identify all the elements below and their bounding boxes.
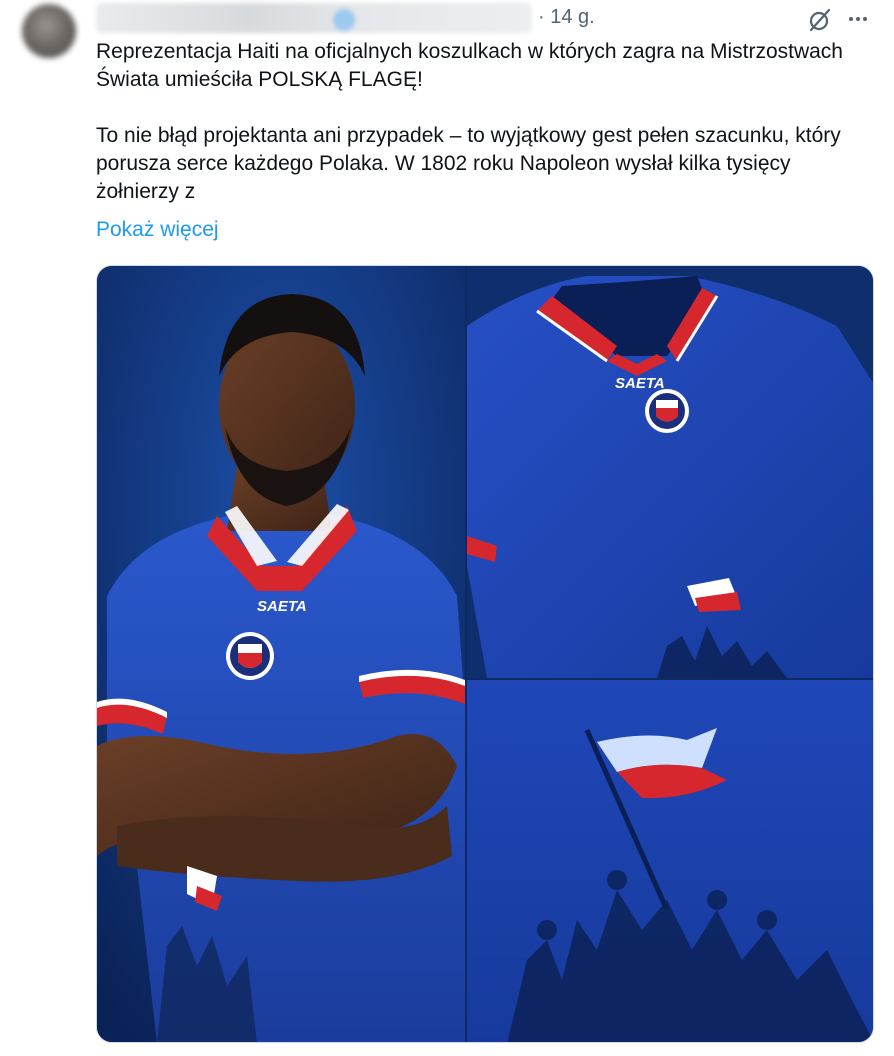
grok-icon[interactable] [808, 8, 832, 32]
more-icon[interactable] [845, 6, 871, 32]
media-grid[interactable]: SAETA SAETA [96, 265, 874, 1043]
tweet-text: Reprezentacja Haiti na oficjalnych koszu… [96, 38, 876, 206]
jersey-photo-detail[interactable] [467, 680, 873, 1042]
tweet-timestamp[interactable]: · 14 g. [538, 6, 595, 29]
verified-badge-icon [333, 9, 355, 31]
avatar[interactable] [22, 4, 76, 58]
author-name-redacted[interactable] [96, 3, 532, 33]
jersey-photo-top[interactable]: SAETA [467, 266, 873, 678]
show-more-link[interactable]: Pokaż więcej [96, 218, 219, 242]
jersey-brand-right: SAETA [615, 375, 665, 392]
tweet-paragraph-2: To nie błąd projektanta ani przypadek – … [96, 124, 841, 203]
tweet-paragraph-1: Reprezentacja Haiti na oficjalnych koszu… [96, 40, 843, 91]
jersey-brand-left: SAETA [257, 598, 307, 615]
player-photo[interactable]: SAETA [97, 266, 465, 1042]
